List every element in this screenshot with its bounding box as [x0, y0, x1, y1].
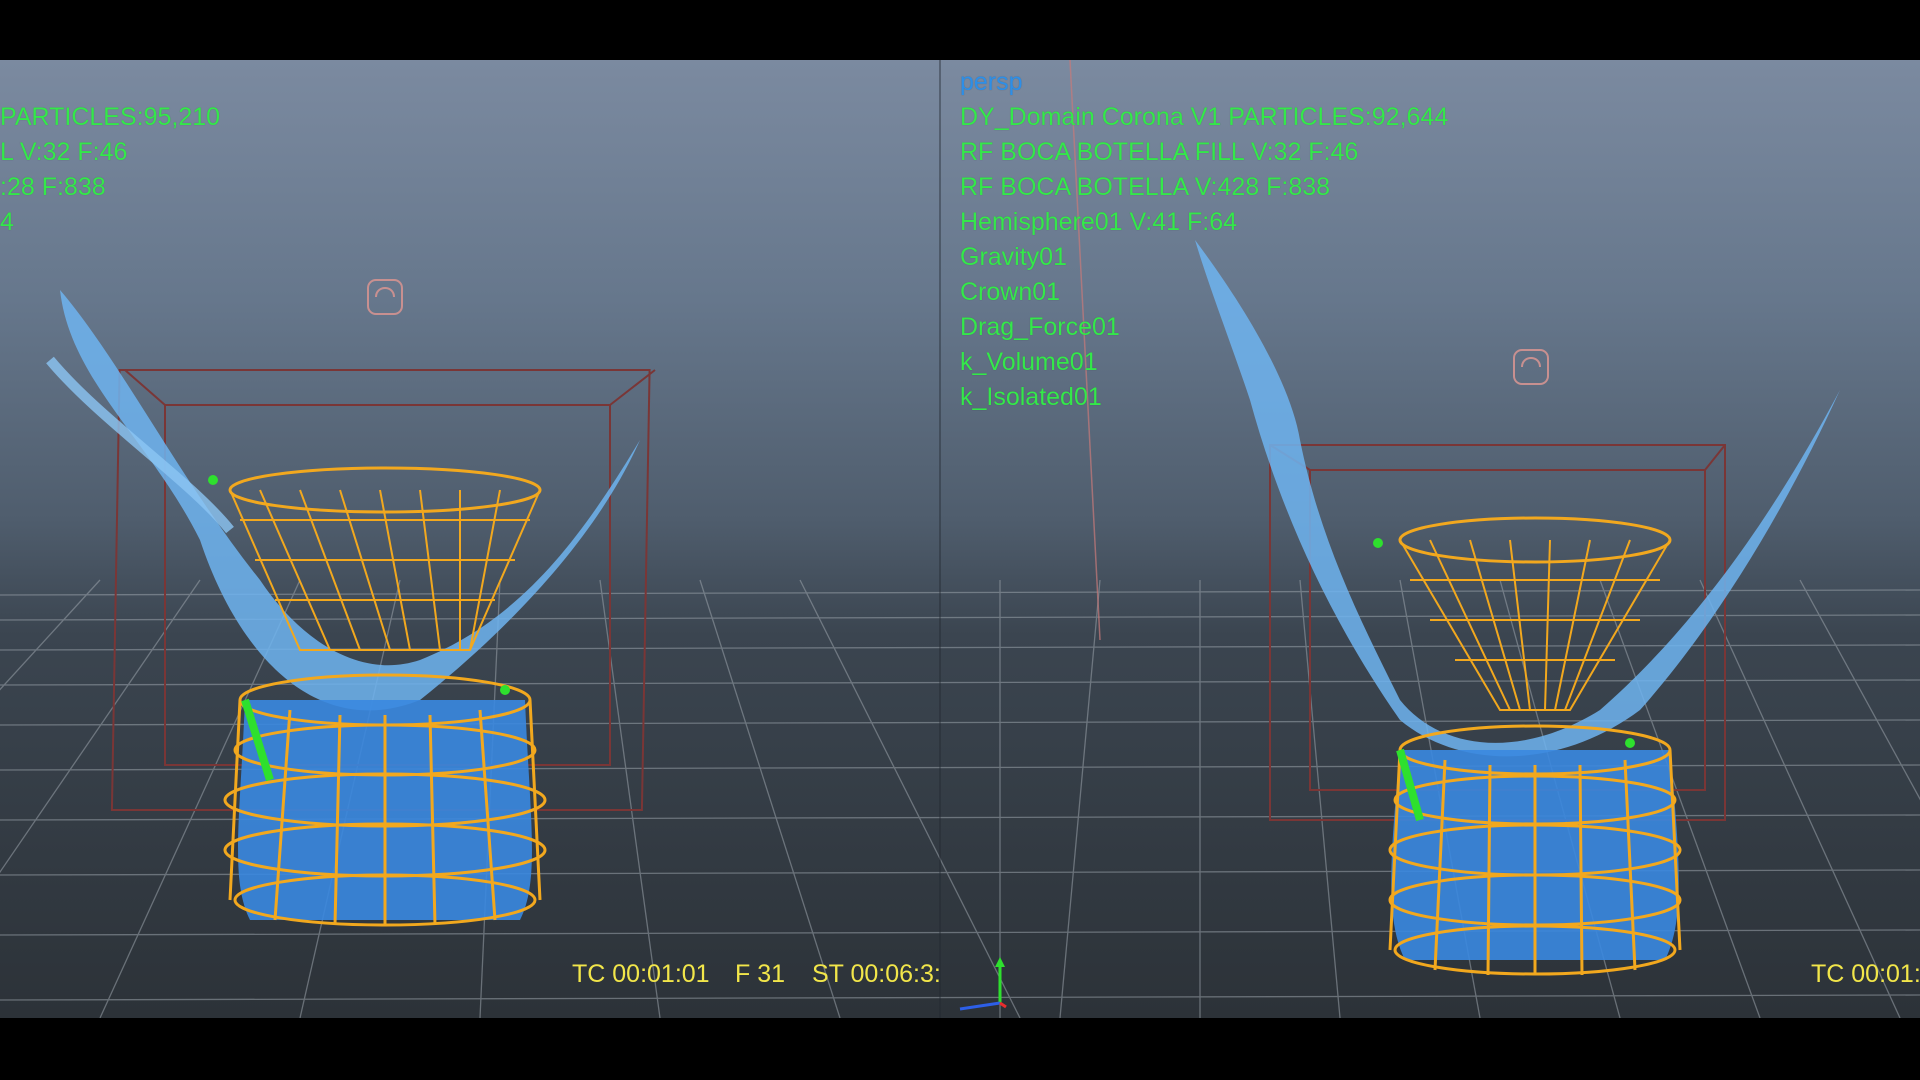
hud-line-boca: RF BOCA BOTELLA V:428 F:838	[960, 173, 1331, 201]
hud-line-volume: k_Volume01	[960, 348, 1098, 376]
hud-left-line: PARTICLES:95,210	[0, 103, 221, 131]
right-viewport: persp DY_Domain Corona V1 PARTICLES:92,6…	[940, 60, 1920, 1018]
hud-left-line: :28 F:838	[0, 173, 106, 201]
hud-line-boca-fill: RF BOCA BOTELLA FILL V:32 F:46	[960, 138, 1359, 166]
hud-line-crown: Crown01	[960, 278, 1061, 306]
sim-time: ST 00:06:3:	[812, 960, 940, 988]
hud-line-gravity: Gravity01	[960, 243, 1067, 271]
letterbox-top	[0, 0, 1920, 60]
axis-gizmo-icon	[959, 957, 1007, 1011]
hud-line-drag: Drag_Force01	[960, 313, 1120, 341]
hud-left-line: 4	[0, 208, 14, 236]
camera-label: persp	[960, 68, 1023, 96]
3d-viewport[interactable]: PARTICLES:95,210 L V:32 F:46 :28 F:838 4…	[0, 60, 1920, 1018]
left-viewport: PARTICLES:95,210 L V:32 F:46 :28 F:838 4…	[0, 60, 940, 1018]
frame-counter: F 31	[735, 960, 786, 988]
timecode-right: TC 00:01:	[1811, 960, 1920, 988]
hud-left-line: L V:32 F:46	[0, 138, 128, 166]
hud-line-hemisphere: Hemisphere01 V:41 F:64	[960, 208, 1238, 236]
timecode: TC 00:01:01	[572, 960, 710, 988]
hud-line-isolated: k_Isolated01	[960, 383, 1102, 411]
letterbox-bottom	[0, 1018, 1920, 1080]
hud-line-domain: DY_Domain Corona V1 PARTICLES:92,644	[960, 103, 1449, 131]
